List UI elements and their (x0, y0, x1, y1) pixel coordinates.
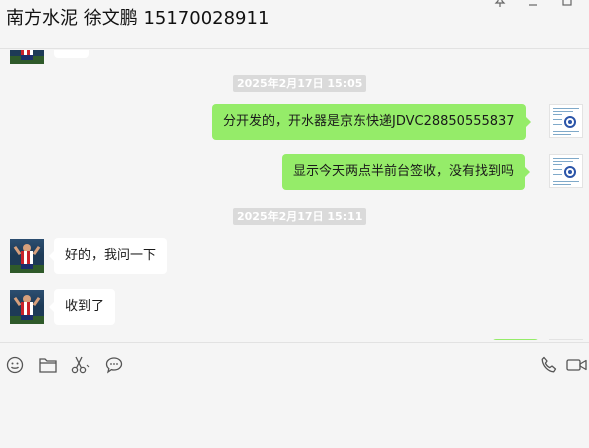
phone-icon[interactable] (538, 354, 560, 376)
self-avatar[interactable] (549, 154, 583, 188)
chat-bubble-icon[interactable] (103, 354, 125, 376)
contact-avatar[interactable] (10, 50, 44, 64)
incoming-message[interactable]: 收到了 (48, 289, 116, 325)
outgoing-message[interactable]: 显示今天两点半前台签收，没有找到吗 (282, 154, 531, 190)
video-icon[interactable] (566, 354, 588, 376)
input-toolbar (0, 342, 589, 448)
emoji-icon[interactable] (4, 354, 26, 376)
message-list[interactable]: 2025年2月17日 15:05 分开发的，开水器是京东快递JDVC288505… (0, 50, 589, 340)
self-avatar[interactable] (549, 339, 583, 340)
folder-icon[interactable] (37, 354, 59, 376)
message-timestamp: 2025年2月17日 15:11 (233, 208, 367, 225)
chat-header: 南方水泥 徐文鹏 15170028911 (0, 0, 589, 49)
contact-avatar[interactable] (10, 239, 44, 273)
pin-icon[interactable] (491, 0, 509, 10)
chat-title: 南方水泥 徐文鹏 15170028911 (6, 8, 270, 29)
incoming-message[interactable]: 好的，我问一下 (48, 238, 168, 274)
message-timestamp: 2025年2月17日 15:05 (233, 75, 367, 92)
contact-avatar[interactable] (10, 290, 44, 324)
message-bubble-partial[interactable] (54, 50, 89, 58)
self-avatar[interactable] (549, 104, 583, 138)
outgoing-message-partial[interactable] (492, 339, 539, 340)
outgoing-message[interactable]: 分开发的，开水器是京东快递JDVC28850555837 (212, 104, 531, 140)
minimize-icon[interactable] (524, 0, 542, 10)
maximize-icon[interactable] (558, 0, 576, 10)
scissors-icon[interactable] (70, 354, 92, 376)
